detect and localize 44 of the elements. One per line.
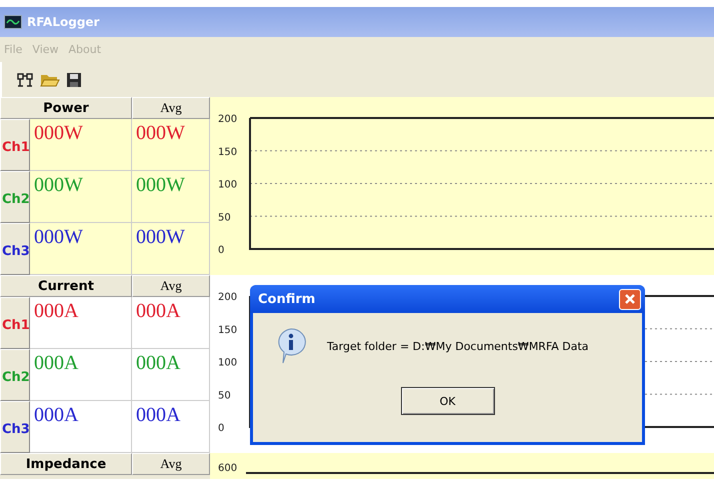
column-header: Avg	[132, 275, 210, 297]
axis-tick-label: 200	[218, 292, 238, 303]
channel-button[interactable]: Ch2	[0, 349, 30, 401]
axis-tick-label: 50	[218, 212, 231, 224]
app-icon	[4, 15, 22, 29]
axis-tick-label: 600	[218, 463, 238, 474]
column-header: Impedance	[0, 453, 132, 475]
channel-button[interactable]: Ch1	[0, 119, 30, 171]
axis-tick-label: 0	[218, 245, 224, 256]
average-cell: 000A	[132, 297, 210, 349]
axis-tick-label: 100	[218, 358, 238, 368]
value-cell: 000A	[30, 401, 132, 453]
value-cell: 000A	[30, 349, 132, 401]
connection-icon[interactable]	[16, 70, 34, 88]
average-cell: 000A	[132, 349, 210, 401]
column-header: Avg	[132, 97, 210, 119]
axis-tick-label: 150	[218, 324, 238, 336]
value-cell: 000W	[30, 223, 132, 275]
axis-tick-label: 150	[218, 146, 238, 158]
column-header: Avg	[132, 453, 210, 475]
average-cell: 000A	[132, 401, 210, 453]
axis-tick-label: 0	[218, 423, 224, 434]
channel-button[interactable]: Ch3	[0, 223, 30, 275]
channel-button[interactable]: Ch3	[0, 401, 30, 453]
channel-button[interactable]: Ch1	[0, 297, 30, 349]
value-cell: 000A	[30, 297, 132, 349]
close-icon	[624, 293, 636, 305]
average-cell: 000W	[132, 223, 210, 275]
dialog-title: Confirm	[258, 292, 316, 306]
dialog-message: Target folder = D:₩My Documents₩MRFA Data	[327, 340, 589, 352]
axis-tick-label: 200	[218, 114, 238, 125]
average-cell: 000W	[132, 171, 210, 223]
column-header: Power	[0, 97, 132, 119]
window-title: RFALogger	[27, 15, 100, 29]
value-cell: 000W	[30, 171, 132, 223]
ok-button[interactable]: OK	[400, 387, 494, 415]
save-icon[interactable]	[66, 72, 82, 88]
value-cell: 000W	[30, 119, 132, 171]
average-cell: 000W	[132, 119, 210, 171]
channel-button[interactable]: Ch2	[0, 171, 30, 223]
column-header: Current	[0, 275, 132, 297]
axis-tick-label: 100	[218, 180, 238, 190]
close-button[interactable]	[619, 288, 641, 310]
axis-tick-label: 50	[218, 390, 231, 402]
